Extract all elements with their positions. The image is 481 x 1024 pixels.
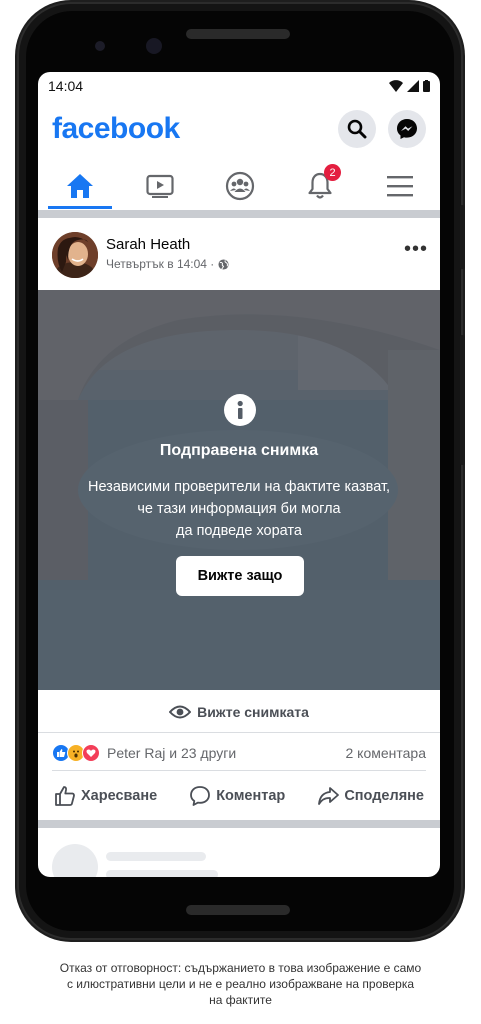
post-photo[interactable]: Подправена снимка Независими проверители… [38, 290, 440, 690]
status-icons [389, 80, 430, 92]
post-options-button[interactable]: ••• [404, 239, 428, 259]
see-why-button[interactable]: Вижте защо [176, 556, 304, 596]
disclaimer-line-1: Отказ от отговорност: съдържанието в тов… [59, 961, 422, 975]
reaction-icons[interactable]: Peter Raj и 23 други [52, 744, 236, 762]
warning-text: Независими проверители на фактите казват… [38, 476, 440, 542]
phone-screen: 14:04 facebook 2 Sarah Heath Четвъртък в… [38, 72, 440, 877]
tab-menu[interactable] [368, 164, 432, 208]
warning-title: Подправена снимка [159, 442, 319, 459]
love-reaction-icon [82, 744, 100, 762]
facebook-logo[interactable]: facebook [52, 112, 180, 146]
see-photo-button[interactable]: Вижте снимката [38, 692, 440, 733]
avatar-image [52, 232, 98, 278]
false-info-overlay: Подправена снимка Независими проверители… [38, 290, 440, 690]
share-label: Споделяне [344, 788, 424, 804]
status-time: 14:04 [48, 78, 84, 94]
volume-button [460, 335, 465, 465]
warning-line-2: че тази информация би могла [137, 501, 341, 517]
feed-divider [38, 820, 440, 828]
search-button[interactable] [338, 110, 376, 148]
groups-icon [225, 171, 255, 201]
nav-tabs: 2 [38, 164, 440, 209]
info-icon [224, 394, 256, 426]
wifi-icon [389, 80, 403, 92]
like-button[interactable]: Харесване [54, 785, 157, 807]
loading-line-placeholder [106, 852, 206, 861]
reactions-summary: Peter Raj и 23 други 2 коментара [52, 736, 426, 771]
share-icon [318, 787, 340, 805]
feed-divider [38, 210, 440, 218]
search-icon [347, 119, 367, 139]
power-button [460, 205, 465, 269]
messenger-button[interactable] [388, 110, 426, 148]
avatar[interactable] [52, 232, 98, 278]
front-camera [95, 41, 105, 51]
comment-button[interactable]: Коментар [189, 785, 285, 807]
comments-count[interactable]: 2 коментара [346, 745, 427, 761]
disclaimer-line-3: на фактите [209, 993, 272, 1007]
menu-icon [387, 176, 413, 197]
loading-avatar-placeholder [52, 844, 98, 877]
eye-icon [169, 705, 192, 719]
disclaimer: Отказ от отговорност: съдържанието в тов… [10, 960, 471, 1008]
video-icon [146, 174, 174, 198]
comment-icon [190, 786, 211, 806]
tab-groups[interactable] [208, 164, 272, 208]
home-icon [67, 174, 93, 198]
warning-line-3: да подведе хората [176, 523, 302, 539]
top-speaker [186, 29, 290, 39]
share-button[interactable]: Споделяне [317, 785, 424, 807]
post-time[interactable]: Четвъртък в 14:04 · [106, 257, 214, 271]
comment-label: Коментар [216, 788, 286, 804]
front-sensor [146, 38, 162, 54]
disclaimer-line-2: с илюстративни цели и не е реално изобра… [66, 977, 415, 991]
tab-watch[interactable] [128, 164, 192, 208]
post-meta: Четвъртък в 14:04 · [106, 257, 229, 271]
messenger-icon [397, 119, 417, 139]
post-actions: Харесване Коментар Споделяне [38, 774, 440, 818]
reactions-text[interactable]: Peter Raj и 23 други [107, 745, 236, 761]
post-author[interactable]: Sarah Heath [106, 236, 190, 253]
tab-home[interactable] [48, 164, 112, 208]
tab-notifications[interactable]: 2 [288, 164, 352, 208]
bottom-speaker [186, 905, 290, 915]
loading-line-placeholder [106, 870, 218, 877]
app-header: facebook [38, 106, 440, 154]
battery-icon [423, 80, 430, 92]
notification-badge: 2 [324, 164, 341, 181]
warning-line-1: Независими проверители на фактите казват… [87, 479, 391, 495]
active-tab-indicator [48, 206, 112, 209]
post-header: Sarah Heath Четвъртък в 14:04 · ••• [38, 218, 440, 288]
signal-icon [407, 80, 419, 92]
status-bar: 14:04 [38, 72, 440, 100]
thumbs-up-icon [55, 786, 75, 806]
globe-icon [218, 258, 229, 270]
like-label: Харесване [81, 788, 158, 804]
see-photo-label: Вижте снимката [197, 704, 309, 720]
